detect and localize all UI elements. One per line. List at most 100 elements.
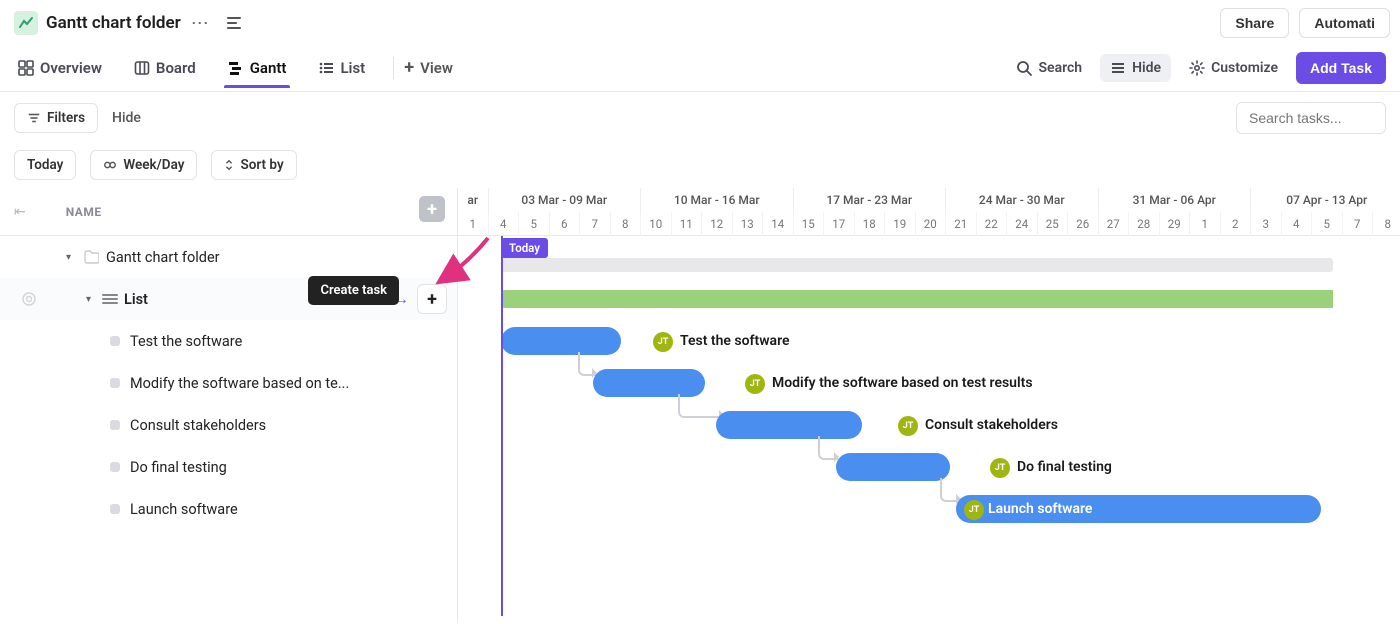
task-row[interactable]: Do final testing [0, 446, 457, 488]
tab-overview[interactable]: Overview [14, 49, 106, 87]
status-dot-icon [110, 420, 120, 430]
filters-label: Filters [47, 110, 85, 126]
task-name: Do final testing [130, 459, 227, 476]
add-view-label: View [420, 59, 453, 77]
gantt-toolbar: Today Week/Day Sort by [0, 144, 1400, 188]
folder-summary-bar[interactable] [501, 258, 1333, 272]
filter-bar: Filters Hide [0, 92, 1400, 144]
day-header: 11 [672, 212, 703, 236]
tab-board[interactable]: Board [130, 49, 200, 87]
add-column-button[interactable]: + [419, 196, 445, 222]
more-menu-icon[interactable]: ⋯ [191, 13, 211, 34]
tab-list-label: List [340, 59, 365, 77]
assignee-avatar[interactable]: JT [745, 374, 765, 394]
day-header: 4 [1282, 212, 1313, 236]
week-header: 31 Mar - 06 Apr [1099, 188, 1252, 212]
hide-columns-button[interactable]: Hide [1100, 54, 1171, 82]
task-row[interactable]: Test the software [0, 320, 457, 362]
collapse-target-icon [21, 291, 37, 307]
gantt-bar-label: Modify the software based on test result… [772, 375, 1033, 391]
folder-title[interactable]: Gantt chart folder [46, 13, 181, 33]
status-dot-icon [110, 462, 120, 472]
day-header: 10 [641, 212, 672, 236]
day-header: 4 [489, 212, 520, 236]
day-header: 3 [1251, 212, 1282, 236]
day-header: 15 [794, 212, 825, 236]
gantt-timeline-header: ar03 Mar - 09 Mar10 Mar - 16 Mar17 Mar -… [458, 188, 1400, 236]
task-row[interactable]: Launch software [0, 488, 457, 530]
day-header: 2 [1221, 212, 1252, 236]
task-name: Test the software [130, 333, 242, 350]
week-header: 10 Mar - 16 Mar [641, 188, 794, 212]
create-task-button[interactable]: + [417, 284, 447, 314]
add-task-button[interactable]: Add Task [1296, 52, 1386, 84]
today-button[interactable]: Today [14, 150, 76, 180]
day-header: 6 [550, 212, 581, 236]
status-dot-icon [110, 336, 120, 346]
assignee-avatar[interactable]: JT [898, 416, 918, 436]
tab-list[interactable]: List [314, 49, 369, 87]
task-row[interactable]: Modify the software based on te... [0, 362, 457, 404]
assignee-avatar[interactable]: JT [990, 458, 1010, 478]
gantt-bar[interactable] [716, 411, 862, 439]
add-view-button[interactable]: +View [404, 57, 453, 78]
day-header: 25 [1038, 212, 1069, 236]
week-header: 17 Mar - 23 Mar [794, 188, 947, 212]
search-label: Search [1038, 60, 1082, 76]
week-header: 07 Apr - 13 Apr [1251, 188, 1400, 212]
share-button[interactable]: Share [1220, 8, 1289, 38]
week-header: 24 Mar - 30 Mar [946, 188, 1099, 212]
assignee-avatar[interactable]: JT [653, 332, 673, 352]
gantt-bar-label: Do final testing [1017, 459, 1112, 475]
tab-gantt-label: Gantt [250, 59, 287, 77]
gantt-bar-label: Consult stakeholders [925, 417, 1058, 433]
day-header: 27 [1099, 212, 1130, 236]
status-dot-icon [110, 378, 120, 388]
search-tasks-input[interactable] [1236, 102, 1386, 134]
gantt-bar[interactable] [836, 453, 950, 481]
gantt-chart[interactable]: ar03 Mar - 09 Mar10 Mar - 16 Mar17 Mar -… [458, 188, 1400, 622]
hide-filters-button[interactable]: Hide [112, 110, 141, 126]
list-summary-bar[interactable] [501, 290, 1333, 308]
customize-button[interactable]: Customize [1179, 54, 1288, 82]
day-header: 28 [1129, 212, 1160, 236]
status-dot-icon [110, 504, 120, 514]
filters-button[interactable]: Filters [14, 103, 98, 133]
gantt-bar[interactable] [593, 369, 705, 397]
gantt-bar[interactable] [501, 327, 621, 355]
day-header: 12 [702, 212, 733, 236]
hide-label: Hide [1132, 60, 1161, 76]
assignee-avatar[interactable]: JT [964, 500, 984, 520]
tab-overview-label: Overview [40, 59, 102, 77]
day-header: 5 [519, 212, 550, 236]
collapse-panel-icon[interactable]: ⇤ [14, 204, 26, 220]
caret-down-icon[interactable]: ▾ [86, 294, 98, 305]
day-header: 17 [824, 212, 855, 236]
tree-folder-row[interactable]: ▾ Gantt chart folder [0, 236, 457, 278]
sort-by-button[interactable]: Sort by [211, 150, 296, 180]
today-pill: Today [501, 238, 548, 258]
tree-folder-label: Gantt chart folder [106, 249, 220, 266]
task-row[interactable]: Consult stakeholders [0, 404, 457, 446]
day-header: 19 [885, 212, 916, 236]
day-header: 8 [611, 212, 642, 236]
day-header: 1 [1190, 212, 1221, 236]
automations-button[interactable]: Automati [1299, 8, 1390, 38]
day-header: 1 [458, 212, 489, 236]
name-column-header: NAME [66, 205, 102, 219]
tree-list-label: List [124, 291, 148, 308]
sort-label: Sort by [240, 157, 283, 173]
gantt-bar-label: Launch software [988, 501, 1092, 517]
task-name: Launch software [130, 501, 238, 518]
tab-gantt[interactable]: Gantt [224, 49, 291, 87]
zoom-label: Week/Day [123, 157, 184, 173]
day-header: 8 [1373, 212, 1400, 236]
search-button[interactable]: Search [1006, 54, 1092, 82]
collapse-sidebar-icon[interactable] [227, 13, 247, 33]
day-header: 22 [977, 212, 1008, 236]
tab-board-label: Board [156, 59, 196, 77]
view-tabs-bar: Overview Board Gantt List +View Search H… [0, 44, 1400, 92]
zoom-weekday-button[interactable]: Week/Day [90, 150, 197, 180]
day-header: 21 [946, 212, 977, 236]
caret-down-icon[interactable]: ▾ [66, 252, 78, 263]
